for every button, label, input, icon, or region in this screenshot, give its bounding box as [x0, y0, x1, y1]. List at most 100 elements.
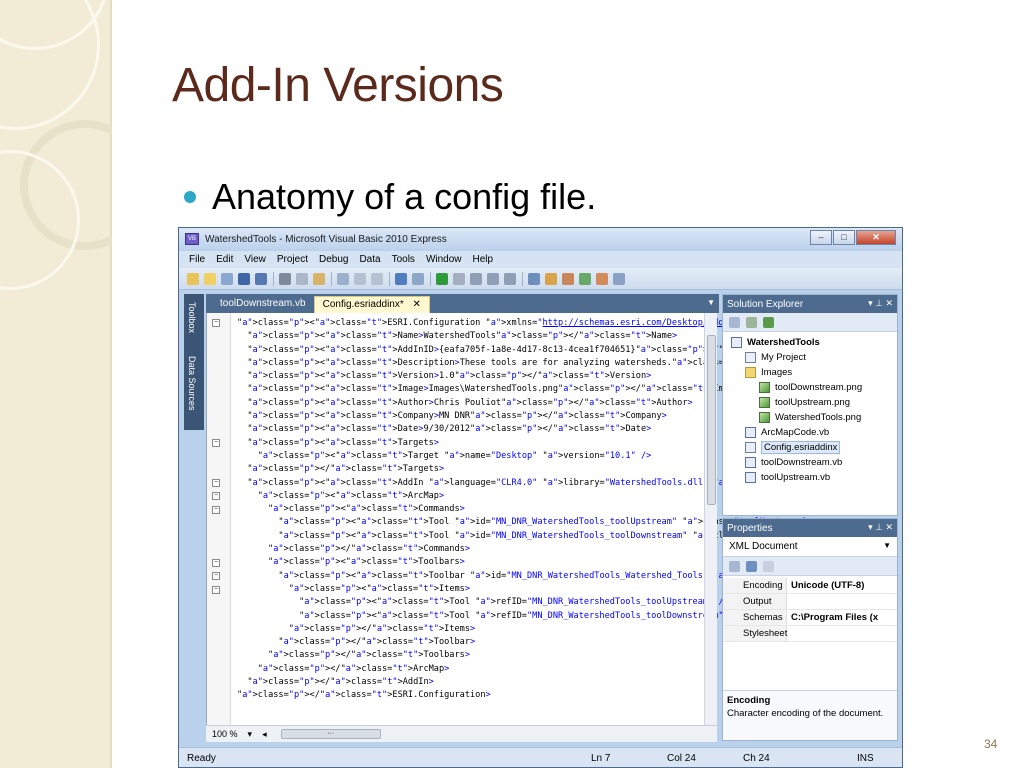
fold-toggle-icon[interactable]: −	[212, 319, 220, 327]
save-all-icon[interactable]	[255, 272, 267, 285]
window-titlebar[interactable]: VB WatershedTools - Microsoft Visual Bas…	[179, 228, 902, 250]
property-value[interactable]: Unicode (UTF-8)	[787, 578, 864, 593]
show-all-files-icon[interactable]	[729, 316, 740, 328]
tree-item[interactable]: My Project	[723, 350, 897, 365]
start-debug-icon[interactable]	[436, 272, 448, 285]
undo-icon[interactable]	[395, 272, 407, 285]
menu-tools[interactable]: Tools	[392, 254, 415, 265]
menu-project[interactable]: Project	[277, 254, 308, 265]
page-number: 34	[984, 737, 998, 751]
panel-pin-close-icon[interactable]: ▾ ⊥ ✕	[868, 522, 893, 533]
tab-config[interactable]: Config.esriaddinx* ✕	[313, 296, 430, 313]
comment-icon[interactable]	[354, 272, 366, 285]
view-code-icon[interactable]	[763, 316, 774, 328]
chevron-down-icon[interactable]: ▼	[883, 541, 891, 550]
zoom-level[interactable]: 100 %	[212, 729, 238, 739]
tree-item[interactable]: Config.esriaddinx	[723, 440, 897, 455]
vertical-scrollbar[interactable]	[704, 313, 717, 725]
xml-file-icon	[745, 442, 756, 453]
toolbox-icon[interactable]	[596, 272, 608, 285]
solution-explorer-panel: Solution Explorer ▾ ⊥ ✕ WatershedTools My…	[722, 294, 898, 516]
property-value[interactable]: C:\Program Files (x	[787, 610, 878, 625]
cut-icon[interactable]	[279, 272, 291, 285]
fold-toggle-icon[interactable]: −	[212, 506, 220, 514]
tab-tooldownstream[interactable]: toolDownstream.vb	[212, 296, 314, 313]
fold-toggle-icon[interactable]: −	[212, 586, 220, 594]
fold-toggle-icon[interactable]: −	[212, 559, 220, 567]
menu-help[interactable]: Help	[473, 254, 494, 265]
find-icon[interactable]	[337, 272, 349, 285]
fold-toggle-icon[interactable]: −	[212, 439, 220, 447]
tree-item[interactable]: WatershedTools.png	[723, 410, 897, 425]
step-over-icon[interactable]	[487, 272, 499, 285]
close-tab-icon[interactable]: ✕	[413, 299, 421, 310]
menu-edit[interactable]: Edit	[216, 254, 233, 265]
property-description: Encoding Character encoding of the docum…	[723, 690, 897, 740]
zoom-dropdown-icon[interactable]: ▾	[248, 729, 253, 740]
menu-data[interactable]: Data	[359, 254, 380, 265]
tree-item-label: ArcMapCode.vb	[761, 427, 830, 438]
close-button[interactable]: ✕	[856, 230, 896, 245]
open-folder-icon[interactable]	[204, 272, 216, 285]
tree-item-label: My Project	[761, 352, 806, 363]
find-in-files-icon[interactable]	[528, 272, 540, 285]
copy-icon[interactable]	[296, 272, 308, 285]
start-page-icon[interactable]	[613, 272, 625, 285]
paste-icon[interactable]	[313, 272, 325, 285]
panel-pin-close-icon[interactable]: ▾ ⊥ ✕	[868, 298, 893, 309]
description-title: Encoding	[727, 695, 771, 706]
code-editor[interactable]: − − − − − − − − "a">class="p"><"a">class…	[206, 313, 889, 725]
menu-file[interactable]: File	[189, 254, 205, 265]
object-browser-icon[interactable]	[579, 272, 591, 285]
fold-toggle-icon[interactable]: −	[212, 479, 220, 487]
menu-window[interactable]: Window	[426, 254, 462, 265]
tree-item[interactable]: toolDownstream.vb	[723, 455, 897, 470]
data-sources-tab[interactable]: Data Sources	[187, 356, 197, 411]
new-project-icon[interactable]	[187, 272, 199, 285]
selected-object: XML Document	[729, 541, 798, 552]
scroll-thumb[interactable]	[707, 335, 716, 505]
redo-icon[interactable]	[412, 272, 424, 285]
fold-toggle-icon[interactable]: −	[212, 572, 220, 580]
scroll-left-icon[interactable]: ◂	[262, 729, 267, 740]
tree-item[interactable]: ArcMapCode.vb	[723, 425, 897, 440]
tree-item[interactable]: toolDownstream.png	[723, 380, 897, 395]
step-out-icon[interactable]	[504, 272, 516, 285]
property-row[interactable]: Stylesheet	[723, 626, 897, 642]
property-pages-icon[interactable]	[763, 560, 774, 572]
refresh-icon[interactable]	[746, 316, 757, 328]
maximize-button[interactable]: □	[833, 230, 855, 245]
property-row[interactable]: Encoding Unicode (UTF-8)	[723, 578, 897, 594]
property-value[interactable]	[787, 594, 791, 609]
menu-view[interactable]: View	[244, 254, 266, 265]
tree-item-label: WatershedTools	[747, 337, 820, 348]
minimize-button[interactable]: –	[810, 230, 832, 245]
horizontal-scroll-thumb[interactable]: ···	[280, 729, 381, 739]
tree-item[interactable]: Images	[723, 365, 897, 380]
tree-item-label: WatershedTools.png	[775, 412, 862, 423]
tree-item[interactable]: toolUpstream.png	[723, 395, 897, 410]
categorized-icon[interactable]	[729, 560, 740, 572]
property-row[interactable]: Output	[723, 594, 897, 610]
tree-item[interactable]: WatershedTools	[723, 335, 897, 350]
object-selector[interactable]: XML Document ▼	[723, 537, 897, 557]
stop-icon[interactable]	[453, 272, 465, 285]
tab-dropdown-icon[interactable]: ▼	[707, 298, 715, 307]
solution-explorer-icon[interactable]	[545, 272, 557, 285]
uncomment-icon[interactable]	[371, 272, 383, 285]
properties-icon[interactable]	[562, 272, 574, 285]
toolbox-tab[interactable]: Toolbox	[187, 302, 197, 333]
tree-item[interactable]: toolUpstream.vb	[723, 470, 897, 485]
property-row[interactable]: Schemas C:\Program Files (x	[723, 610, 897, 626]
menu-debug[interactable]: Debug	[319, 254, 348, 265]
description-text: Character encoding of the document.	[727, 708, 884, 719]
save-icon[interactable]	[238, 272, 250, 285]
property-value[interactable]	[787, 626, 791, 641]
add-item-icon[interactable]	[221, 272, 233, 285]
fold-toggle-icon[interactable]: −	[212, 492, 220, 500]
property-name: Stylesheet	[723, 626, 787, 641]
alphabetical-icon[interactable]	[746, 560, 757, 572]
step-into-icon[interactable]	[470, 272, 482, 285]
document-tab-strip: toolDownstream.vb Config.esriaddinx* ✕ ▼	[206, 294, 719, 313]
image-file-icon	[759, 397, 770, 408]
